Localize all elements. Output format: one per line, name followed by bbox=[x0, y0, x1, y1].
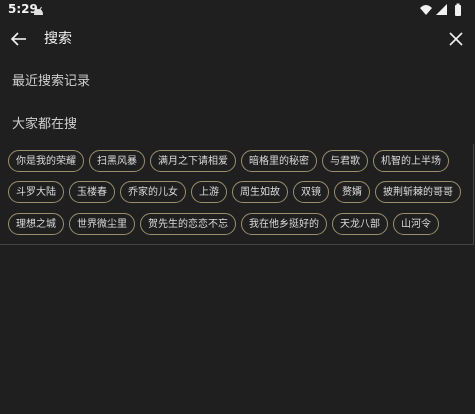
status-icons bbox=[419, 3, 465, 17]
recent-searches-title: 最近搜索记录 bbox=[12, 74, 91, 89]
arrow-left-icon[interactable] bbox=[10, 30, 28, 48]
search-tag[interactable]: 你是我的荣耀 bbox=[8, 150, 84, 172]
search-tag[interactable]: 双镜 bbox=[293, 181, 329, 203]
close-icon[interactable] bbox=[447, 30, 465, 48]
popular-searches-title: 大家都在搜 bbox=[12, 117, 78, 132]
search-tag[interactable]: 上游 bbox=[191, 181, 227, 203]
search-tag[interactable]: 乔家的儿女 bbox=[120, 181, 186, 203]
battery-icon bbox=[455, 3, 461, 16]
search-tag[interactable]: 赘婿 bbox=[334, 181, 370, 203]
search-tag[interactable]: 披荆斩棘的哥哥 bbox=[375, 181, 461, 203]
signal-icon bbox=[436, 4, 447, 15]
search-tag[interactable]: 满月之下请相爱 bbox=[150, 150, 236, 172]
search-tag[interactable]: 周生如故 bbox=[232, 181, 288, 203]
search-tag[interactable]: 玉楼春 bbox=[69, 181, 115, 203]
search-tag[interactable]: 贺先生的恋恋不忘 bbox=[140, 213, 236, 235]
status-bar: 5:29 bbox=[0, 0, 475, 22]
search-tag[interactable]: 暗格里的秘密 bbox=[241, 150, 317, 172]
search-tag[interactable]: 扫黑风暴 bbox=[89, 150, 145, 172]
search-tag[interactable]: 世界微尘里 bbox=[69, 213, 135, 235]
search-tag[interactable]: 山河令 bbox=[393, 213, 439, 235]
search-tag[interactable]: 我在他乡挺好的 bbox=[241, 213, 327, 235]
tag-row-2: 斗罗大陆 玉楼春 乔家的儿女 上游 周生如故 双镜 赘婿 披荆斩棘的哥哥 bbox=[8, 181, 461, 203]
search-tag[interactable]: 斗罗大陆 bbox=[8, 181, 64, 203]
page-title: 搜索 bbox=[44, 31, 72, 47]
search-screen: 5:29 搜索 最近搜索记录 大家都在搜 你是我的荣耀 扫黑风暴 满月之下请相爱… bbox=[0, 0, 475, 414]
tag-row-3: 理想之城 世界微尘里 贺先生的恋恋不忘 我在他乡挺好的 天龙八部 山河令 bbox=[8, 213, 439, 235]
tag-row-1: 你是我的荣耀 扫黑风暴 满月之下请相爱 暗格里的秘密 与君歌 机智的上半场 bbox=[8, 150, 449, 172]
wifi-icon bbox=[420, 5, 432, 15]
search-tag[interactable]: 与君歌 bbox=[322, 150, 368, 172]
android-icon bbox=[32, 3, 45, 16]
search-tag[interactable]: 理想之城 bbox=[8, 213, 64, 235]
search-tag[interactable]: 机智的上半场 bbox=[373, 150, 449, 172]
search-tag[interactable]: 天龙八部 bbox=[332, 213, 388, 235]
search-header: 搜索 bbox=[0, 24, 475, 54]
